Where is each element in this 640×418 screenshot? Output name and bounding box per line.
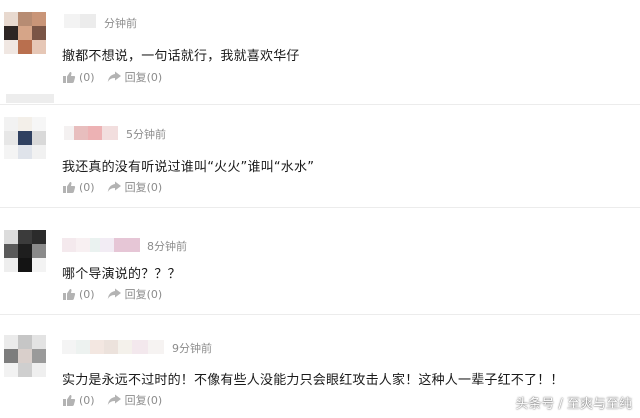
reply-button[interactable]: 回复(0) xyxy=(107,286,163,302)
comment-time: 5分钟前 xyxy=(126,128,166,141)
comment-item: 分钟前 撤都不想说，一句话就行，我就喜欢华仔 (0) 回复(0) xyxy=(0,0,640,104)
thumbs-up-icon xyxy=(63,288,76,300)
comment-item: 8分钟前 哪个导演说的？？？ (0) 回复(0) xyxy=(0,208,640,312)
reply-button[interactable]: 回复(0) xyxy=(107,392,163,408)
avatar[interactable] xyxy=(4,230,54,276)
comment-text: 撤都不想说，一句话就行，我就喜欢华仔 xyxy=(62,49,300,64)
comment-actions: (0) 回复(0) xyxy=(62,179,174,195)
avatar[interactable] xyxy=(4,335,54,381)
like-button[interactable]: (0) xyxy=(62,288,95,301)
like-button[interactable]: (0) xyxy=(62,394,95,407)
comment-actions: (0) 回复(0) xyxy=(62,392,174,408)
username[interactable] xyxy=(64,14,96,28)
like-count: (0) xyxy=(79,393,95,407)
reply-arrow-icon xyxy=(107,288,121,299)
watermark: 头条号 / 至爽与至纯 xyxy=(515,397,632,412)
comment-text: 我还真的没有听说过谁叫“火火”谁叫“水水” xyxy=(62,160,315,175)
like-count: (0) xyxy=(79,180,95,194)
collapsed-placeholder xyxy=(6,94,54,103)
comment-time: 9分钟前 xyxy=(172,342,212,355)
username[interactable] xyxy=(64,126,118,140)
avatar[interactable] xyxy=(4,12,54,58)
reply-arrow-icon xyxy=(107,71,121,82)
reply-label: 回复(0) xyxy=(124,71,163,84)
like-button[interactable]: (0) xyxy=(62,181,95,194)
comment-text: 哪个导演说的？？？ xyxy=(62,267,181,282)
reply-button[interactable]: 回复(0) xyxy=(107,179,163,195)
reply-label: 回复(0) xyxy=(124,181,163,194)
reply-label: 回复(0) xyxy=(124,288,163,301)
like-count: (0) xyxy=(79,70,95,84)
username[interactable] xyxy=(62,340,164,354)
avatar[interactable] xyxy=(4,117,54,163)
reply-label: 回复(0) xyxy=(124,394,163,407)
comment-item: 5分钟前 我还真的没有听说过谁叫“火火”谁叫“水水” (0) 回复(0) xyxy=(0,105,640,207)
comment-time: 分钟前 xyxy=(104,17,137,30)
reply-arrow-icon xyxy=(107,394,121,405)
like-count: (0) xyxy=(79,287,95,301)
reply-arrow-icon xyxy=(107,181,121,192)
thumbs-up-icon xyxy=(63,181,76,193)
like-button[interactable]: (0) xyxy=(62,71,95,84)
comment-actions: (0) 回复(0) xyxy=(62,69,174,85)
comment-time: 8分钟前 xyxy=(147,240,187,253)
reply-button[interactable]: 回复(0) xyxy=(107,69,163,85)
thumbs-up-icon xyxy=(63,71,76,83)
comment-text: 实力是永远不过时的！不像有些人没能力只会眼红攻击人家！这种人一辈子红不了！！ xyxy=(62,373,564,388)
comment-actions: (0) 回复(0) xyxy=(62,286,174,302)
username[interactable] xyxy=(62,238,140,252)
thumbs-up-icon xyxy=(63,394,76,406)
